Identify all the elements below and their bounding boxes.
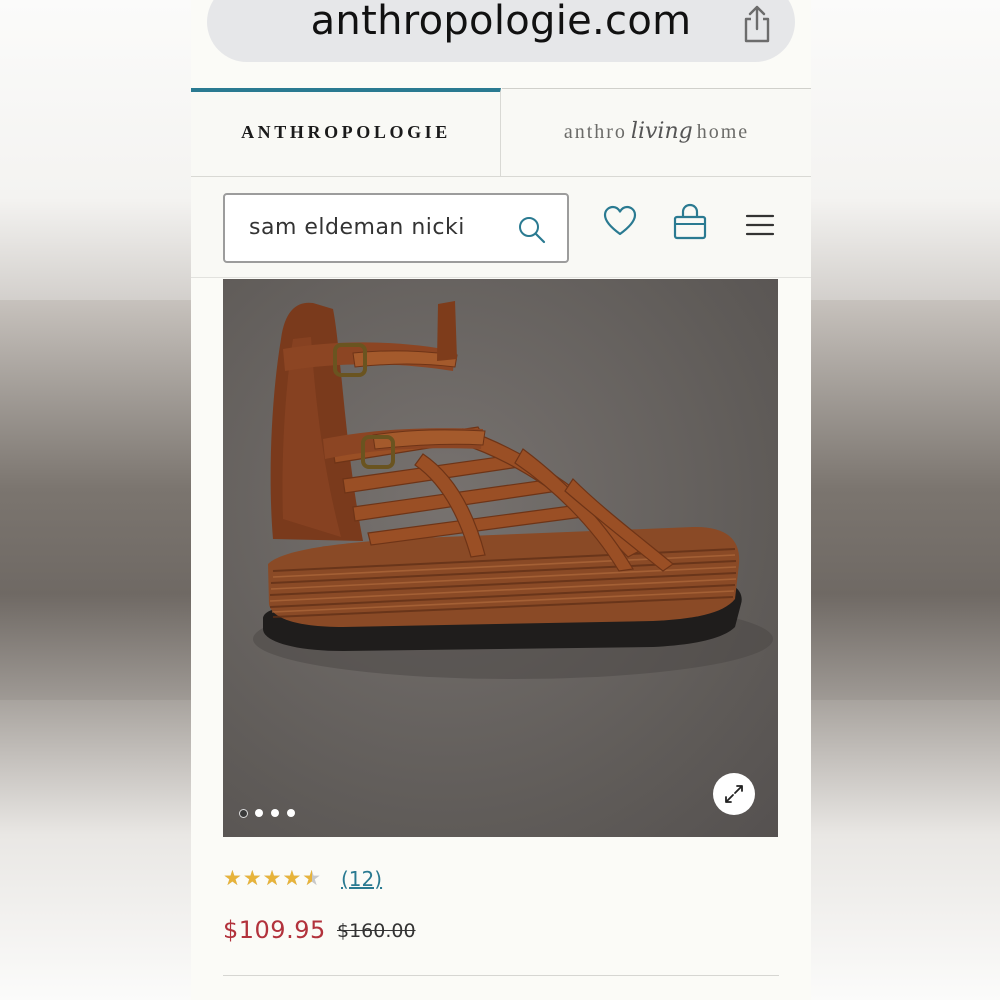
original-price: $160.00	[337, 920, 416, 942]
sandal-illustration	[253, 301, 773, 679]
bag-icon[interactable]	[672, 203, 708, 241]
review-count-link[interactable]: (12)	[341, 867, 382, 891]
search-input[interactable]: sam eldeman nicki	[249, 215, 465, 240]
menu-icon[interactable]	[745, 213, 775, 237]
star-rating-filled: ★★★★★	[223, 866, 312, 890]
tab-anthropologie[interactable]: ANTHROPOLOGIE	[191, 88, 501, 176]
anthroliving-home-logo: anthro living home	[563, 119, 750, 144]
carousel-dot[interactable]	[287, 809, 295, 817]
expand-icon	[725, 785, 743, 803]
heart-icon[interactable]	[603, 205, 637, 237]
search-icon[interactable]	[517, 215, 547, 245]
search-toolbar: sam eldeman nicki	[191, 177, 811, 278]
phone-screen: anthropologie.com ANTHROPOLOGIE anthro li…	[191, 0, 811, 1000]
search-field[interactable]: sam eldeman nicki	[223, 193, 569, 263]
carousel-dot[interactable]	[271, 809, 279, 817]
share-icon[interactable]	[739, 5, 775, 45]
divider	[223, 975, 779, 976]
brand-tabs: ANTHROPOLOGIE anthro living home	[191, 88, 811, 177]
url-text[interactable]: anthropologie.com	[191, 0, 811, 44]
sale-price: $109.95	[223, 916, 326, 944]
expand-image-button[interactable]	[713, 773, 755, 815]
anthropologie-logo: ANTHROPOLOGIE	[241, 122, 451, 142]
carousel-dot[interactable]	[255, 809, 263, 817]
carousel-dot[interactable]	[239, 809, 248, 818]
tab-anthroliving-home[interactable]: anthro living home	[502, 88, 811, 176]
product-image[interactable]	[223, 279, 778, 837]
